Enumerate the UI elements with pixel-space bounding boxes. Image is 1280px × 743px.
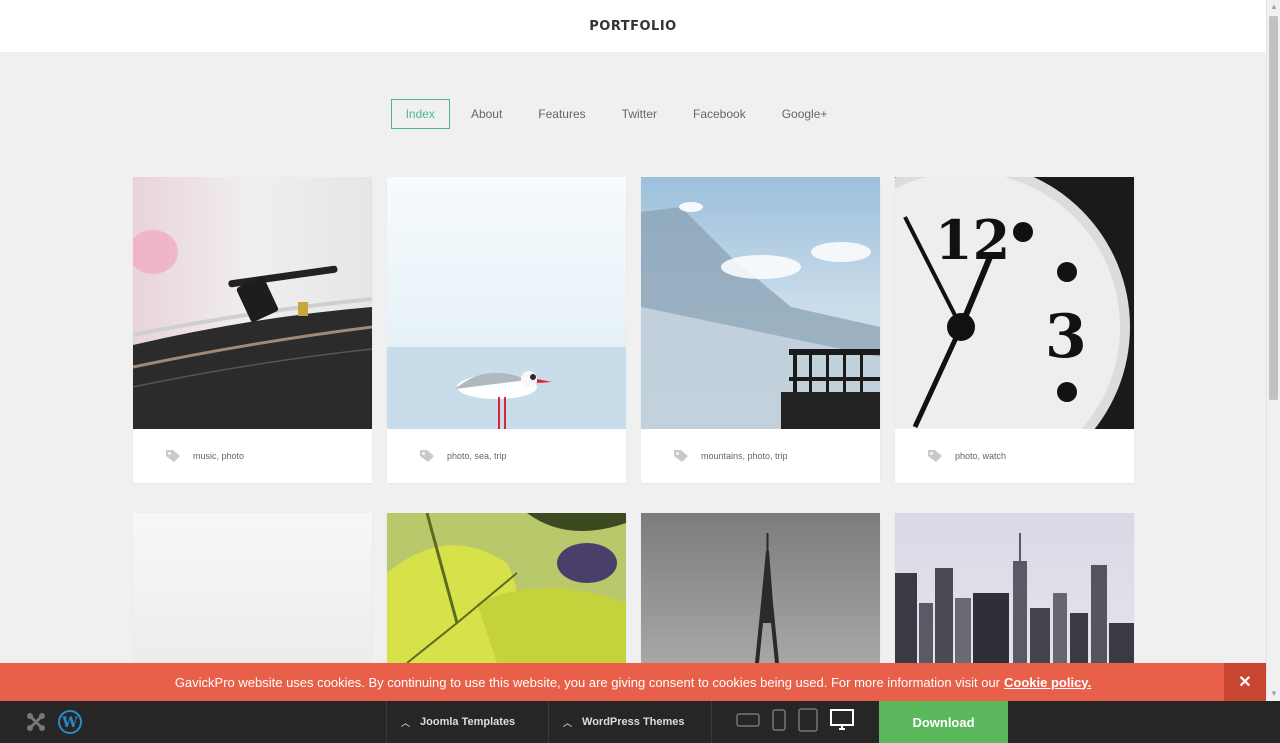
item-tags[interactable]: mountains, photo, trip	[701, 451, 788, 461]
svg-text:W: W	[61, 715, 78, 731]
tab-facebook[interactable]: Facebook	[678, 99, 761, 129]
tab-twitter[interactable]: Twitter	[607, 99, 672, 129]
portfolio-item[interactable]: photo, sea, trip	[387, 177, 626, 483]
tag-icon	[673, 449, 689, 463]
page-scrollbar[interactable]: ▲ ▼	[1266, 0, 1280, 701]
tab-features[interactable]: Features	[523, 99, 600, 129]
tab-google-plus[interactable]: Google+	[767, 99, 843, 129]
site-header: PORTFOLIO	[0, 0, 1266, 52]
turntable-image[interactable]	[133, 177, 372, 429]
tab-index[interactable]: Index	[390, 99, 450, 129]
scroll-up-icon[interactable]: ▲	[1267, 0, 1280, 14]
cookie-message: GavickPro website uses cookies. By conti…	[174, 674, 1001, 690]
phone-icon[interactable]	[772, 708, 786, 736]
joomla-templates-menu[interactable]: ︿ Joomla Templates	[386, 701, 548, 743]
close-icon[interactable]: ✕	[1224, 663, 1266, 701]
clock-image[interactable]: 12 3	[895, 177, 1134, 429]
tablet-landscape-icon[interactable]	[736, 712, 760, 733]
portfolio-nav: Index About Features Twitter Facebook Go…	[0, 99, 1266, 129]
wordpress-logo-icon[interactable]: W	[58, 710, 82, 739]
tab-about[interactable]: About	[456, 99, 517, 129]
wordpress-themes-label: WordPress Themes	[582, 716, 685, 728]
download-button[interactable]: Download	[879, 701, 1008, 743]
site-title[interactable]: PORTFOLIO	[589, 19, 676, 34]
item-tags[interactable]: photo, watch	[955, 451, 1006, 461]
scrollbar-thumb[interactable]	[1269, 16, 1278, 400]
scroll-down-icon[interactable]: ▼	[1267, 687, 1280, 701]
joomla-templates-label: Joomla Templates	[420, 716, 516, 728]
portfolio-item[interactable]: music, photo	[133, 177, 372, 483]
desktop-icon[interactable]	[830, 708, 854, 736]
mountains-image[interactable]	[641, 177, 880, 429]
cookie-banner: GavickPro website uses cookies. By conti…	[0, 663, 1266, 701]
portfolio-item[interactable]: mountains, photo, trip	[641, 177, 880, 483]
tag-icon	[927, 449, 943, 463]
tag-icon	[165, 449, 181, 463]
svg-text:3: 3	[1045, 302, 1087, 372]
svg-text:12: 12	[935, 208, 1010, 272]
cookie-policy-link[interactable]: Cookie policy.	[1004, 675, 1091, 690]
seagull-image[interactable]	[387, 177, 626, 429]
item-tags[interactable]: music, photo	[193, 451, 244, 461]
tablet-icon[interactable]	[798, 707, 818, 737]
bottom-toolbar: W ︿ Joomla Templates ︿ WordPress Themes …	[0, 701, 1280, 743]
tag-icon	[419, 449, 435, 463]
wordpress-themes-menu[interactable]: ︿ WordPress Themes	[548, 701, 711, 743]
item-tags[interactable]: photo, sea, trip	[447, 451, 507, 461]
portfolio-item[interactable]: 12 3 photo, watch	[895, 177, 1134, 483]
chevron-up-icon: ︿	[563, 717, 573, 728]
joomla-logo-icon[interactable]	[24, 710, 48, 739]
chevron-up-icon: ︿	[401, 717, 411, 728]
device-preview-switcher	[711, 701, 854, 743]
